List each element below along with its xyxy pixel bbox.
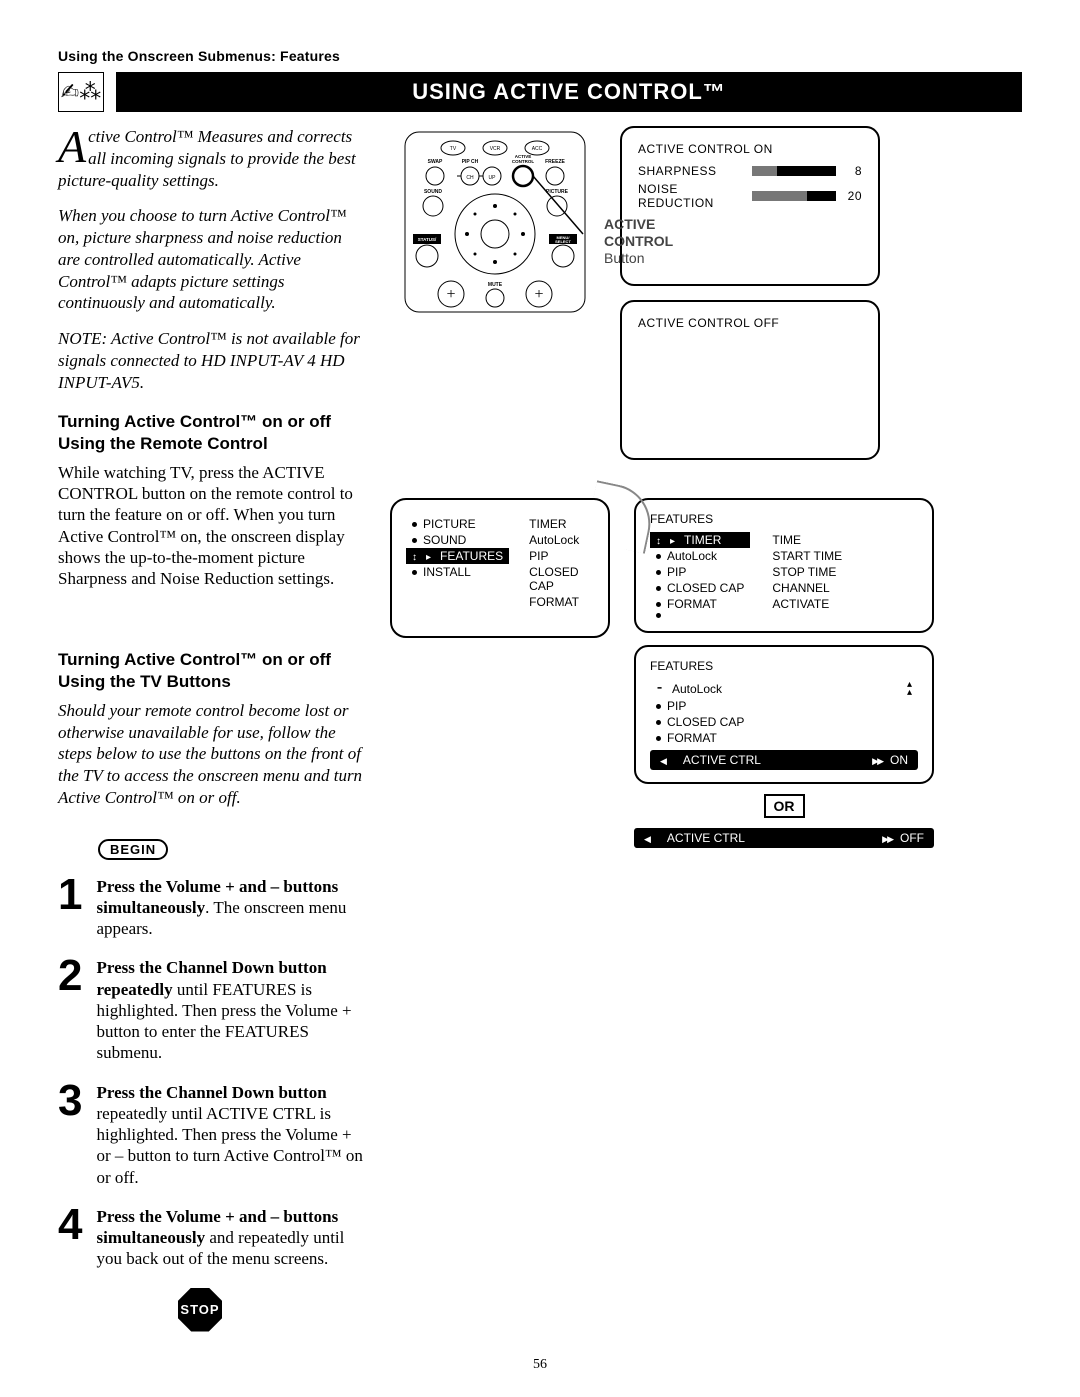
- right-column: TV VCR ACC SWAP PIP CH ACTIVE CONTROL: [390, 126, 1022, 1332]
- svg-text:SOUND: SOUND: [424, 189, 442, 195]
- step-body: Press the Volume + and – buttons simulta…: [96, 1206, 368, 1270]
- dropcap: A: [58, 126, 88, 164]
- step-1: 1 Press the Volume + and – buttons simul…: [58, 876, 368, 940]
- svg-text:SWAP: SWAP: [428, 159, 443, 165]
- main-menu-left: PICTURE SOUND FEATURES INSTALL: [406, 516, 509, 620]
- updown-icon: [412, 549, 420, 563]
- subhead-tvbuttons: Turning Active Control™ on or off Using …: [58, 649, 368, 692]
- step-number: 3: [58, 1082, 82, 1188]
- triangle-left-icon: [660, 753, 673, 767]
- osd-active-control-off: ACTIVE CONTROL OFF: [620, 300, 880, 460]
- remote-illustration: TV VCR ACC SWAP PIP CH ACTIVE CONTROL: [390, 126, 600, 460]
- intro-text: ctive Control™ Measures and corrects all…: [58, 127, 356, 190]
- lock-icon: [656, 680, 666, 697]
- svg-text:STATUS/: STATUS/: [418, 237, 437, 242]
- page-title: USING ACTIVE CONTROL™: [116, 72, 1022, 112]
- step-number: 2: [58, 957, 82, 1063]
- paragraph-2: When you choose to turn Active Control™ …: [58, 205, 368, 314]
- svg-text:VCR: VCR: [490, 146, 501, 152]
- steps-list: 1 Press the Volume + and – buttons simul…: [58, 876, 368, 1270]
- menu-item-picture: PICTURE: [406, 516, 509, 532]
- features-submenu-timer: FEATURES TIMER AutoLock PIP CLOSED CAP F…: [634, 498, 934, 633]
- feature-item-timer: TIMER: [650, 532, 750, 548]
- body-tvbuttons-intro: Should your remote control become lost o…: [58, 700, 368, 809]
- svg-text:TV: TV: [450, 146, 457, 152]
- left-column: Active Control™ Measures and corrects al…: [58, 126, 368, 1332]
- step-number: 4: [58, 1206, 82, 1270]
- active-control-button-label: ACTIVE CONTROL Button: [604, 216, 704, 266]
- osd-title: ACTIVE CONTROL ON: [638, 142, 862, 156]
- osd-row-sharpness: SHARPNESS 8: [638, 164, 862, 178]
- svg-text:SELECT: SELECT: [555, 239, 571, 244]
- or-badge: OR: [764, 794, 805, 818]
- svg-text:ACC: ACC: [532, 146, 543, 152]
- svg-text:UP: UP: [489, 175, 497, 181]
- menu-item-install: INSTALL: [406, 564, 509, 580]
- menu-item-sound: SOUND: [406, 532, 509, 548]
- svg-text:FREEZE: FREEZE: [545, 159, 565, 165]
- active-ctrl-off-bar: ACTIVE CTRL OFF: [634, 828, 934, 848]
- main-menu-osd: PICTURE SOUND FEATURES INSTALL TIMER Aut…: [390, 498, 610, 638]
- pointer-icon: [670, 533, 678, 547]
- features1-right: TIME START TIME STOP TIME CHANNEL ACTIVA…: [766, 532, 848, 619]
- features-submenu-activectrl: FEATURES AutoLock▴▴ PIP CLOSED CAP FORMA…: [634, 645, 934, 784]
- step-body: Press the Volume + and – buttons simulta…: [96, 876, 368, 940]
- intro-paragraph: Active Control™ Measures and corrects al…: [58, 126, 368, 191]
- step-number: 1: [58, 876, 82, 940]
- progress-bar-icon: [752, 191, 836, 201]
- active-ctrl-on-bar: ACTIVE CTRL ON: [650, 750, 918, 770]
- stop-badge-icon: STOP: [178, 1288, 222, 1332]
- title-row: ✍︎⁂ USING ACTIVE CONTROL™: [58, 72, 1022, 112]
- svg-text:MUTE: MUTE: [488, 282, 503, 288]
- step-body: Press the Channel Down button repeatedly…: [96, 1082, 368, 1188]
- body-remote: While watching TV, press the ACTIVE CONT…: [58, 462, 368, 590]
- page-number: 56: [0, 1357, 1080, 1373]
- svg-text:+: +: [534, 286, 543, 303]
- svg-text:CONTROL: CONTROL: [512, 159, 534, 164]
- step-3: 3 Press the Channel Down button repeated…: [58, 1082, 368, 1188]
- hand-writing-icon: ✍︎⁂: [58, 72, 104, 112]
- step-body: Press the Channel Down button repeatedly…: [96, 957, 368, 1063]
- step-4: 4 Press the Volume + and – buttons simul…: [58, 1206, 368, 1270]
- menu-item-features: FEATURES: [406, 548, 509, 564]
- note-paragraph: NOTE: Active Control™ is not available f…: [58, 328, 368, 393]
- svg-text:PIP CH: PIP CH: [462, 159, 479, 165]
- step-2: 2 Press the Channel Down button repeated…: [58, 957, 368, 1063]
- progress-bar-icon: [752, 166, 836, 176]
- triangle-right-icon: [882, 831, 896, 845]
- svg-text:+: +: [446, 286, 455, 303]
- begin-badge-icon: BEGIN: [98, 839, 168, 860]
- subhead-remote: Turning Active Control™ on or off Using …: [58, 411, 368, 454]
- updown-icon: [656, 533, 664, 547]
- breadcrumb: Using the Onscreen Submenus: Features: [58, 48, 1022, 64]
- osd-row-noise: NOISE REDUCTION 20: [638, 182, 862, 210]
- connector-arrow-icon: [584, 480, 658, 554]
- triangle-left-icon: [644, 831, 657, 845]
- triangle-right-icon: [872, 753, 886, 767]
- main-menu-right: TIMER AutoLock PIP CLOSED CAP FORMAT: [529, 516, 594, 620]
- pointer-icon: [426, 549, 434, 563]
- features1-left: TIMER AutoLock PIP CLOSED CAP FORMAT: [650, 532, 750, 619]
- remote-control-icon: TV VCR ACC SWAP PIP CH ACTIVE CONTROL: [395, 126, 595, 316]
- svg-text:CH: CH: [466, 175, 474, 181]
- scroll-indicator-icon: ▴▴: [907, 681, 912, 697]
